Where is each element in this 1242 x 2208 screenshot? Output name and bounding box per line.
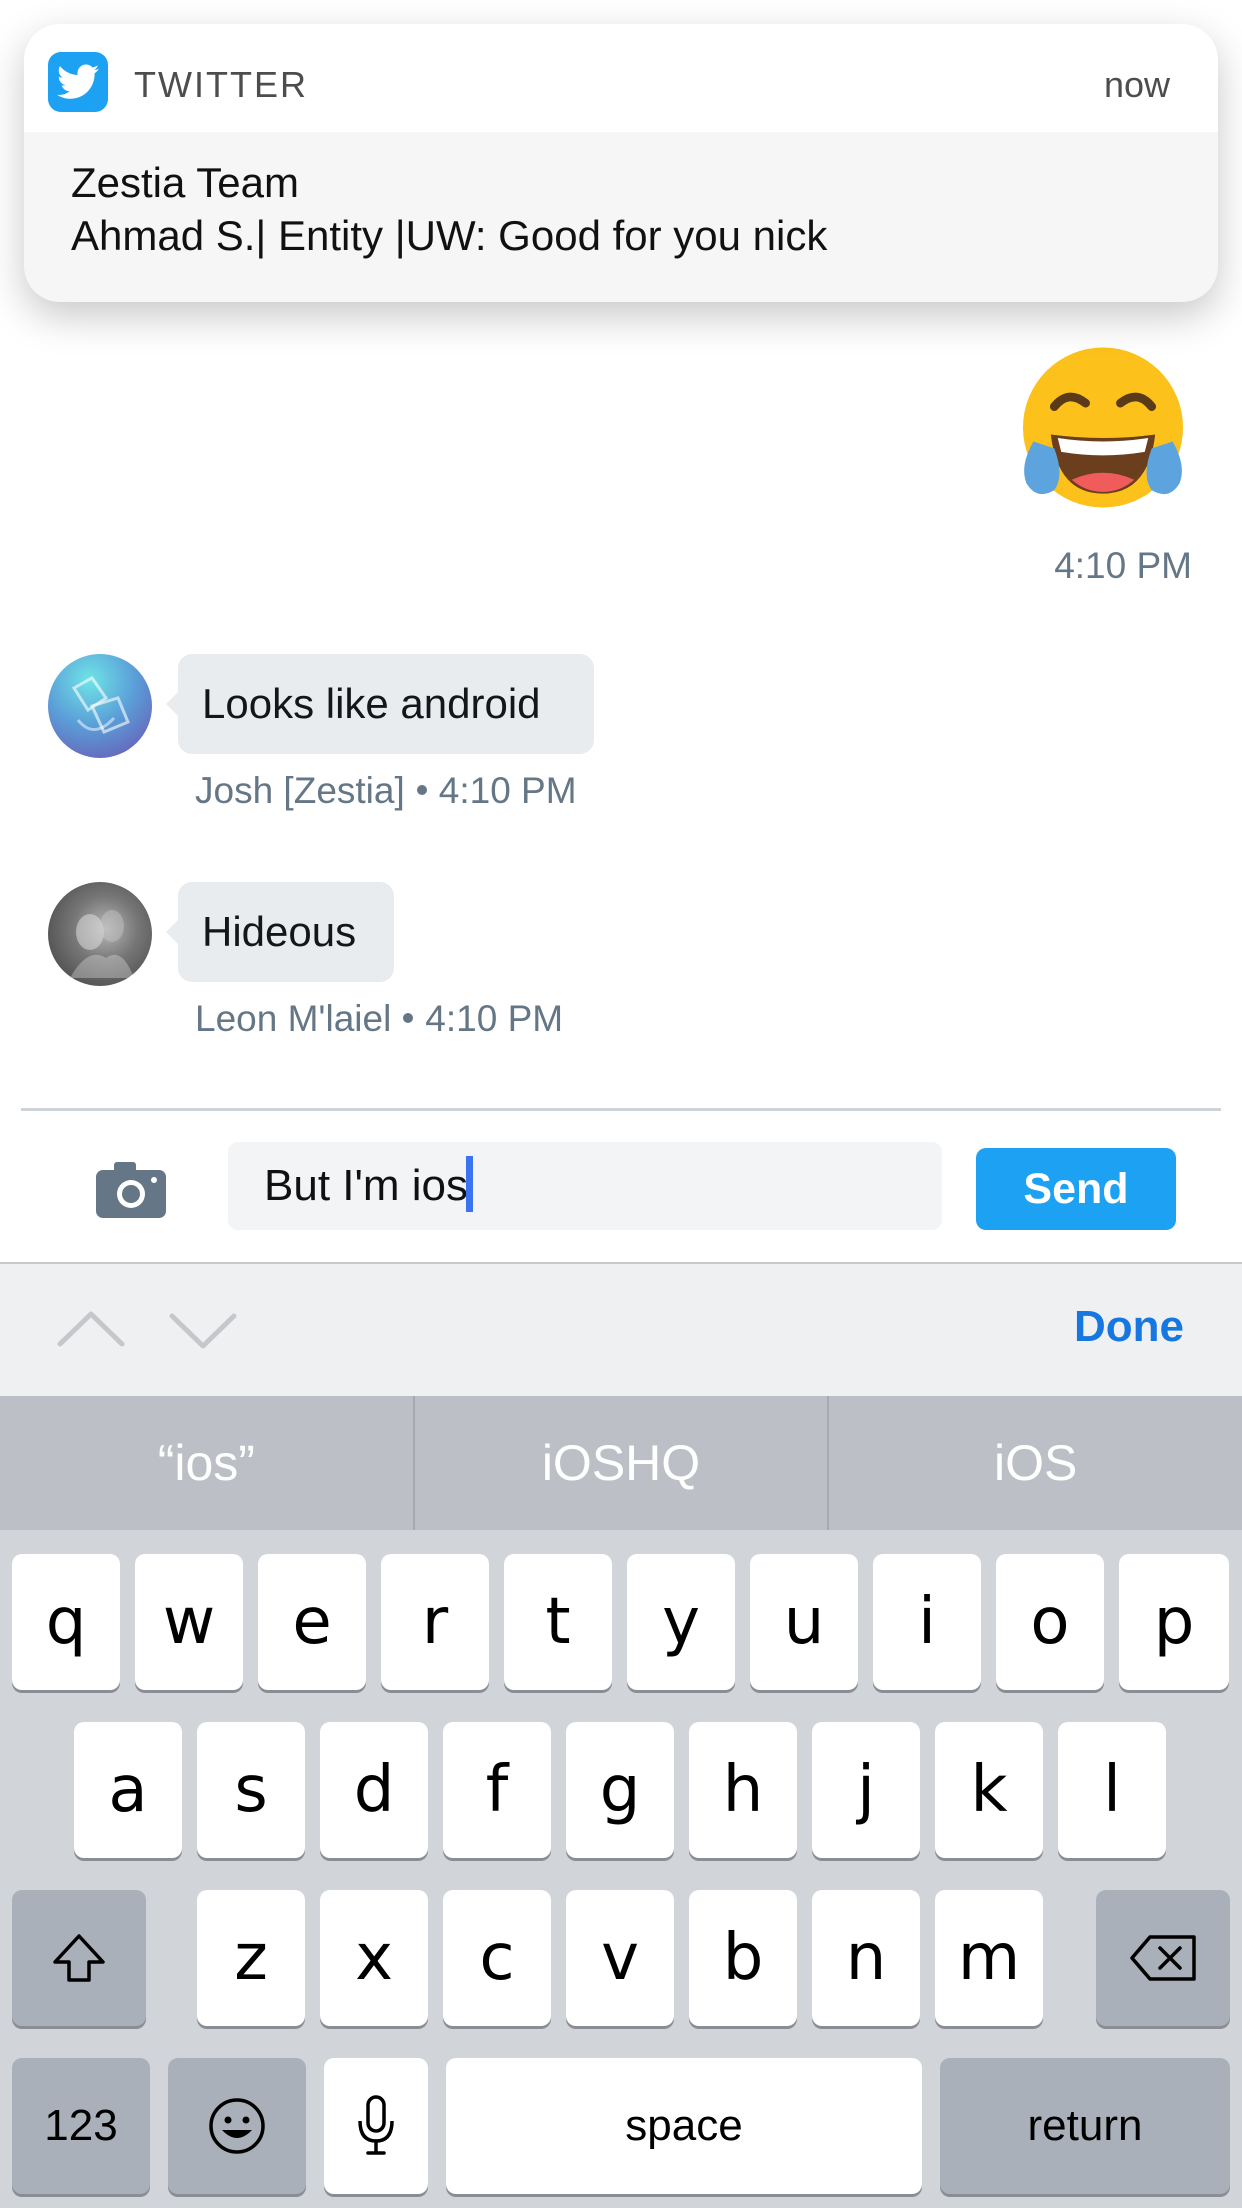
key-t[interactable]: t xyxy=(504,1554,612,1690)
camera-icon[interactable] xyxy=(96,1162,166,1218)
delete-key[interactable] xyxy=(1096,1890,1230,2026)
return-key[interactable]: return xyxy=(940,2058,1230,2194)
key-n[interactable]: n xyxy=(812,1890,920,2026)
key-d[interactable]: d xyxy=(320,1722,428,1858)
text-cursor xyxy=(466,1156,474,1213)
key-v[interactable]: v xyxy=(566,1890,674,2026)
key-c[interactable]: c xyxy=(443,1890,551,2026)
predictive-bar: “ios” iOSHQ iOS xyxy=(0,1396,1242,1530)
message-input-value: But I'm ios xyxy=(264,1161,469,1210)
notification-title: Zestia Team xyxy=(71,159,299,206)
chevron-down-icon[interactable] xyxy=(168,1300,238,1360)
message-meta: Josh [Zestia] 4:10 PM xyxy=(195,770,577,812)
composer-divider xyxy=(21,1108,1221,1111)
key-x[interactable]: x xyxy=(320,1890,428,2026)
separator-dot xyxy=(416,785,427,796)
key-z[interactable]: z xyxy=(197,1890,305,2026)
dictation-key[interactable] xyxy=(324,2058,428,2194)
key-l[interactable]: l xyxy=(1058,1722,1166,1858)
twitter-bird-icon xyxy=(48,52,108,112)
notification-banner[interactable]: TWITTER now Zestia Team Ahmad S.| Entity… xyxy=(24,24,1218,302)
notification-time: now xyxy=(1103,64,1170,105)
backspace-icon xyxy=(1130,1935,1196,1981)
notification-app-name: TWITTER xyxy=(134,64,308,105)
emoji-message-time: 4:10 PM xyxy=(1054,545,1192,586)
key-b[interactable]: b xyxy=(689,1890,797,2026)
avatar[interactable] xyxy=(48,882,152,986)
message-meta: Leon M'laiel 4:10 PM xyxy=(195,998,563,1040)
message-bubble[interactable]: Hideous xyxy=(166,882,394,982)
emoji-key[interactable] xyxy=(168,2058,306,2194)
key-y[interactable]: y xyxy=(627,1554,735,1690)
avatar[interactable] xyxy=(48,654,152,758)
key-k[interactable]: k xyxy=(935,1722,1043,1858)
notification-message: Ahmad S.| Entity |UW: Good for you nick xyxy=(71,212,828,259)
message-author: Leon M'laiel xyxy=(195,998,392,1039)
message-time: 4:10 PM xyxy=(425,998,564,1039)
suggestion-item[interactable]: “ios” xyxy=(0,1396,413,1530)
done-button[interactable]: Done xyxy=(1074,1302,1184,1352)
face-with-tears-of-joy-emoji xyxy=(1022,347,1184,508)
key-j[interactable]: j xyxy=(812,1722,920,1858)
key-w[interactable]: w xyxy=(135,1554,243,1690)
key-o[interactable]: o xyxy=(996,1554,1104,1690)
emoji-smile-icon xyxy=(209,2098,265,2154)
key-m[interactable]: m xyxy=(935,1890,1043,2026)
keyboard-accessory-bar: Done xyxy=(0,1262,1242,1396)
key-s[interactable]: s xyxy=(197,1722,305,1858)
key-a[interactable]: a xyxy=(74,1722,182,1858)
message-input[interactable]: But I'm ios xyxy=(228,1142,942,1230)
key-f[interactable]: f xyxy=(443,1722,551,1858)
notification-header: TWITTER now xyxy=(24,24,1218,132)
space-key[interactable]: space xyxy=(446,2058,922,2194)
key-h[interactable]: h xyxy=(689,1722,797,1858)
shift-arrow-icon xyxy=(53,1934,105,1982)
suggestion-item[interactable]: iOS xyxy=(829,1396,1242,1530)
chevron-up-icon[interactable] xyxy=(56,1300,126,1360)
key-r[interactable]: r xyxy=(381,1554,489,1690)
keyboard: “ios” iOSHQ iOS q w e r t y u i o p a s … xyxy=(0,1396,1242,2208)
message-bubble[interactable]: Looks like android xyxy=(166,654,594,754)
separator-dot xyxy=(403,1013,414,1024)
send-button[interactable]: Send xyxy=(976,1148,1176,1230)
key-g[interactable]: g xyxy=(566,1722,674,1858)
message-time: 4:10 PM xyxy=(438,770,577,811)
message-author: Josh [Zestia] xyxy=(195,770,405,811)
notification-body: Zestia Team Ahmad S.| Entity |UW: Good f… xyxy=(71,156,1178,262)
numbers-key[interactable]: 123 xyxy=(12,2058,150,2194)
key-p[interactable]: p xyxy=(1119,1554,1229,1690)
shift-key[interactable] xyxy=(12,1890,146,2026)
microphone-icon xyxy=(358,2095,394,2155)
key-e[interactable]: e xyxy=(258,1554,366,1690)
key-i[interactable]: i xyxy=(873,1554,981,1690)
key-q[interactable]: q xyxy=(12,1554,120,1690)
suggestion-item[interactable]: iOSHQ xyxy=(415,1396,828,1530)
key-u[interactable]: u xyxy=(750,1554,858,1690)
